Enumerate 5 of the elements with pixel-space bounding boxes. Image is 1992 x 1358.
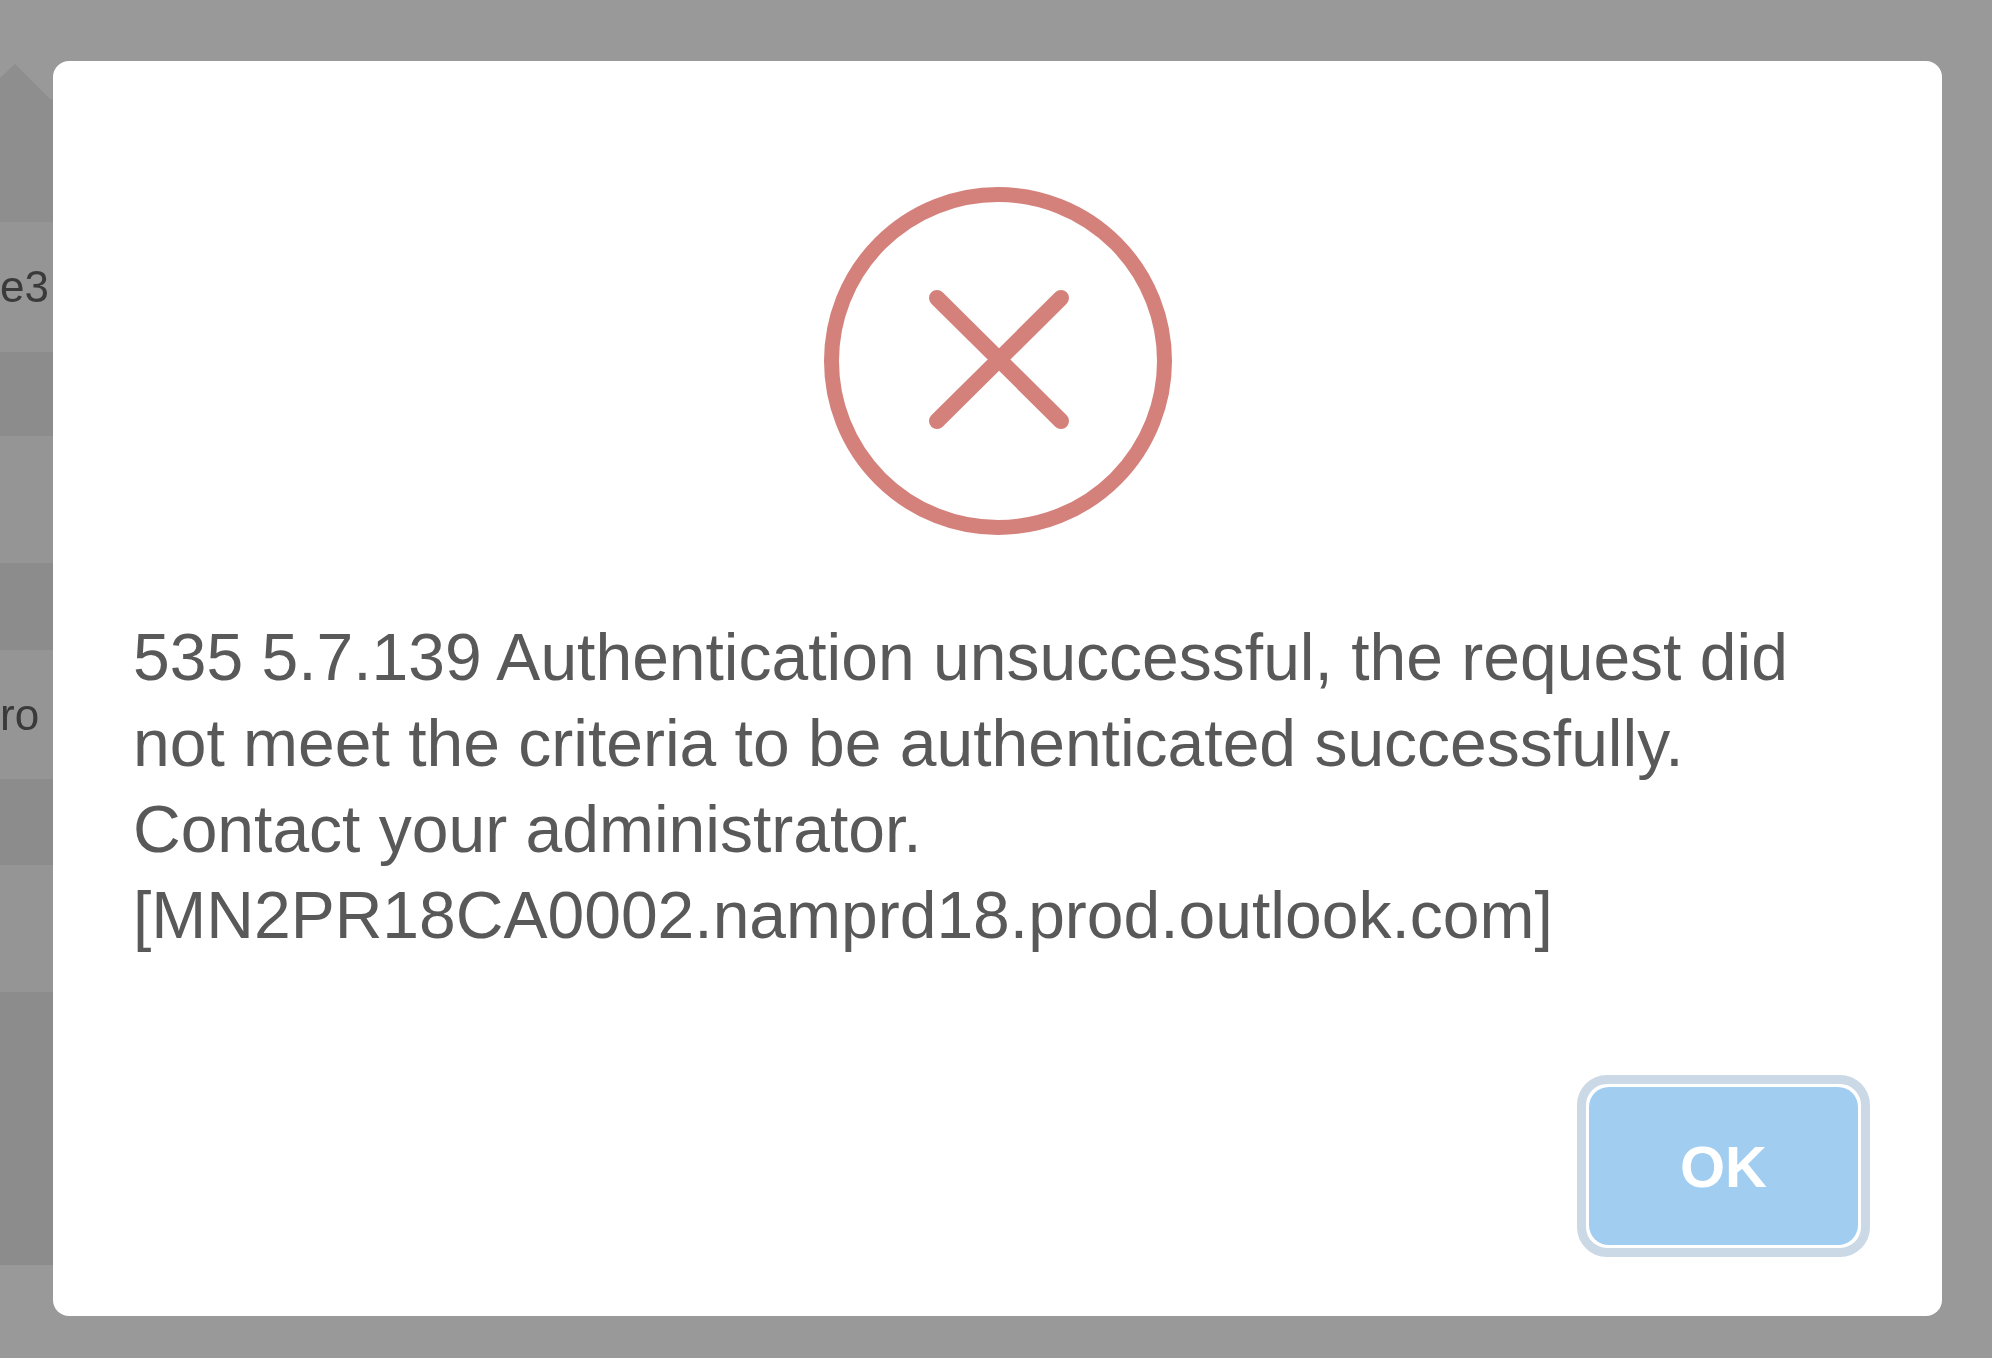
x-circle-icon	[823, 187, 1172, 535]
cell-text: ro	[0, 688, 40, 741]
cell-text: e3	[0, 261, 49, 313]
error-message: 535 5.7.139 Authentication unsuccessful, the request did not meet the criteria to be authenticated successfully. Contact your administrator. [MN2PR18CA0002.namprd18.prod.outlook.com]	[133, 619, 1789, 954]
ok-button[interactable]: OK	[1577, 1075, 1870, 1257]
